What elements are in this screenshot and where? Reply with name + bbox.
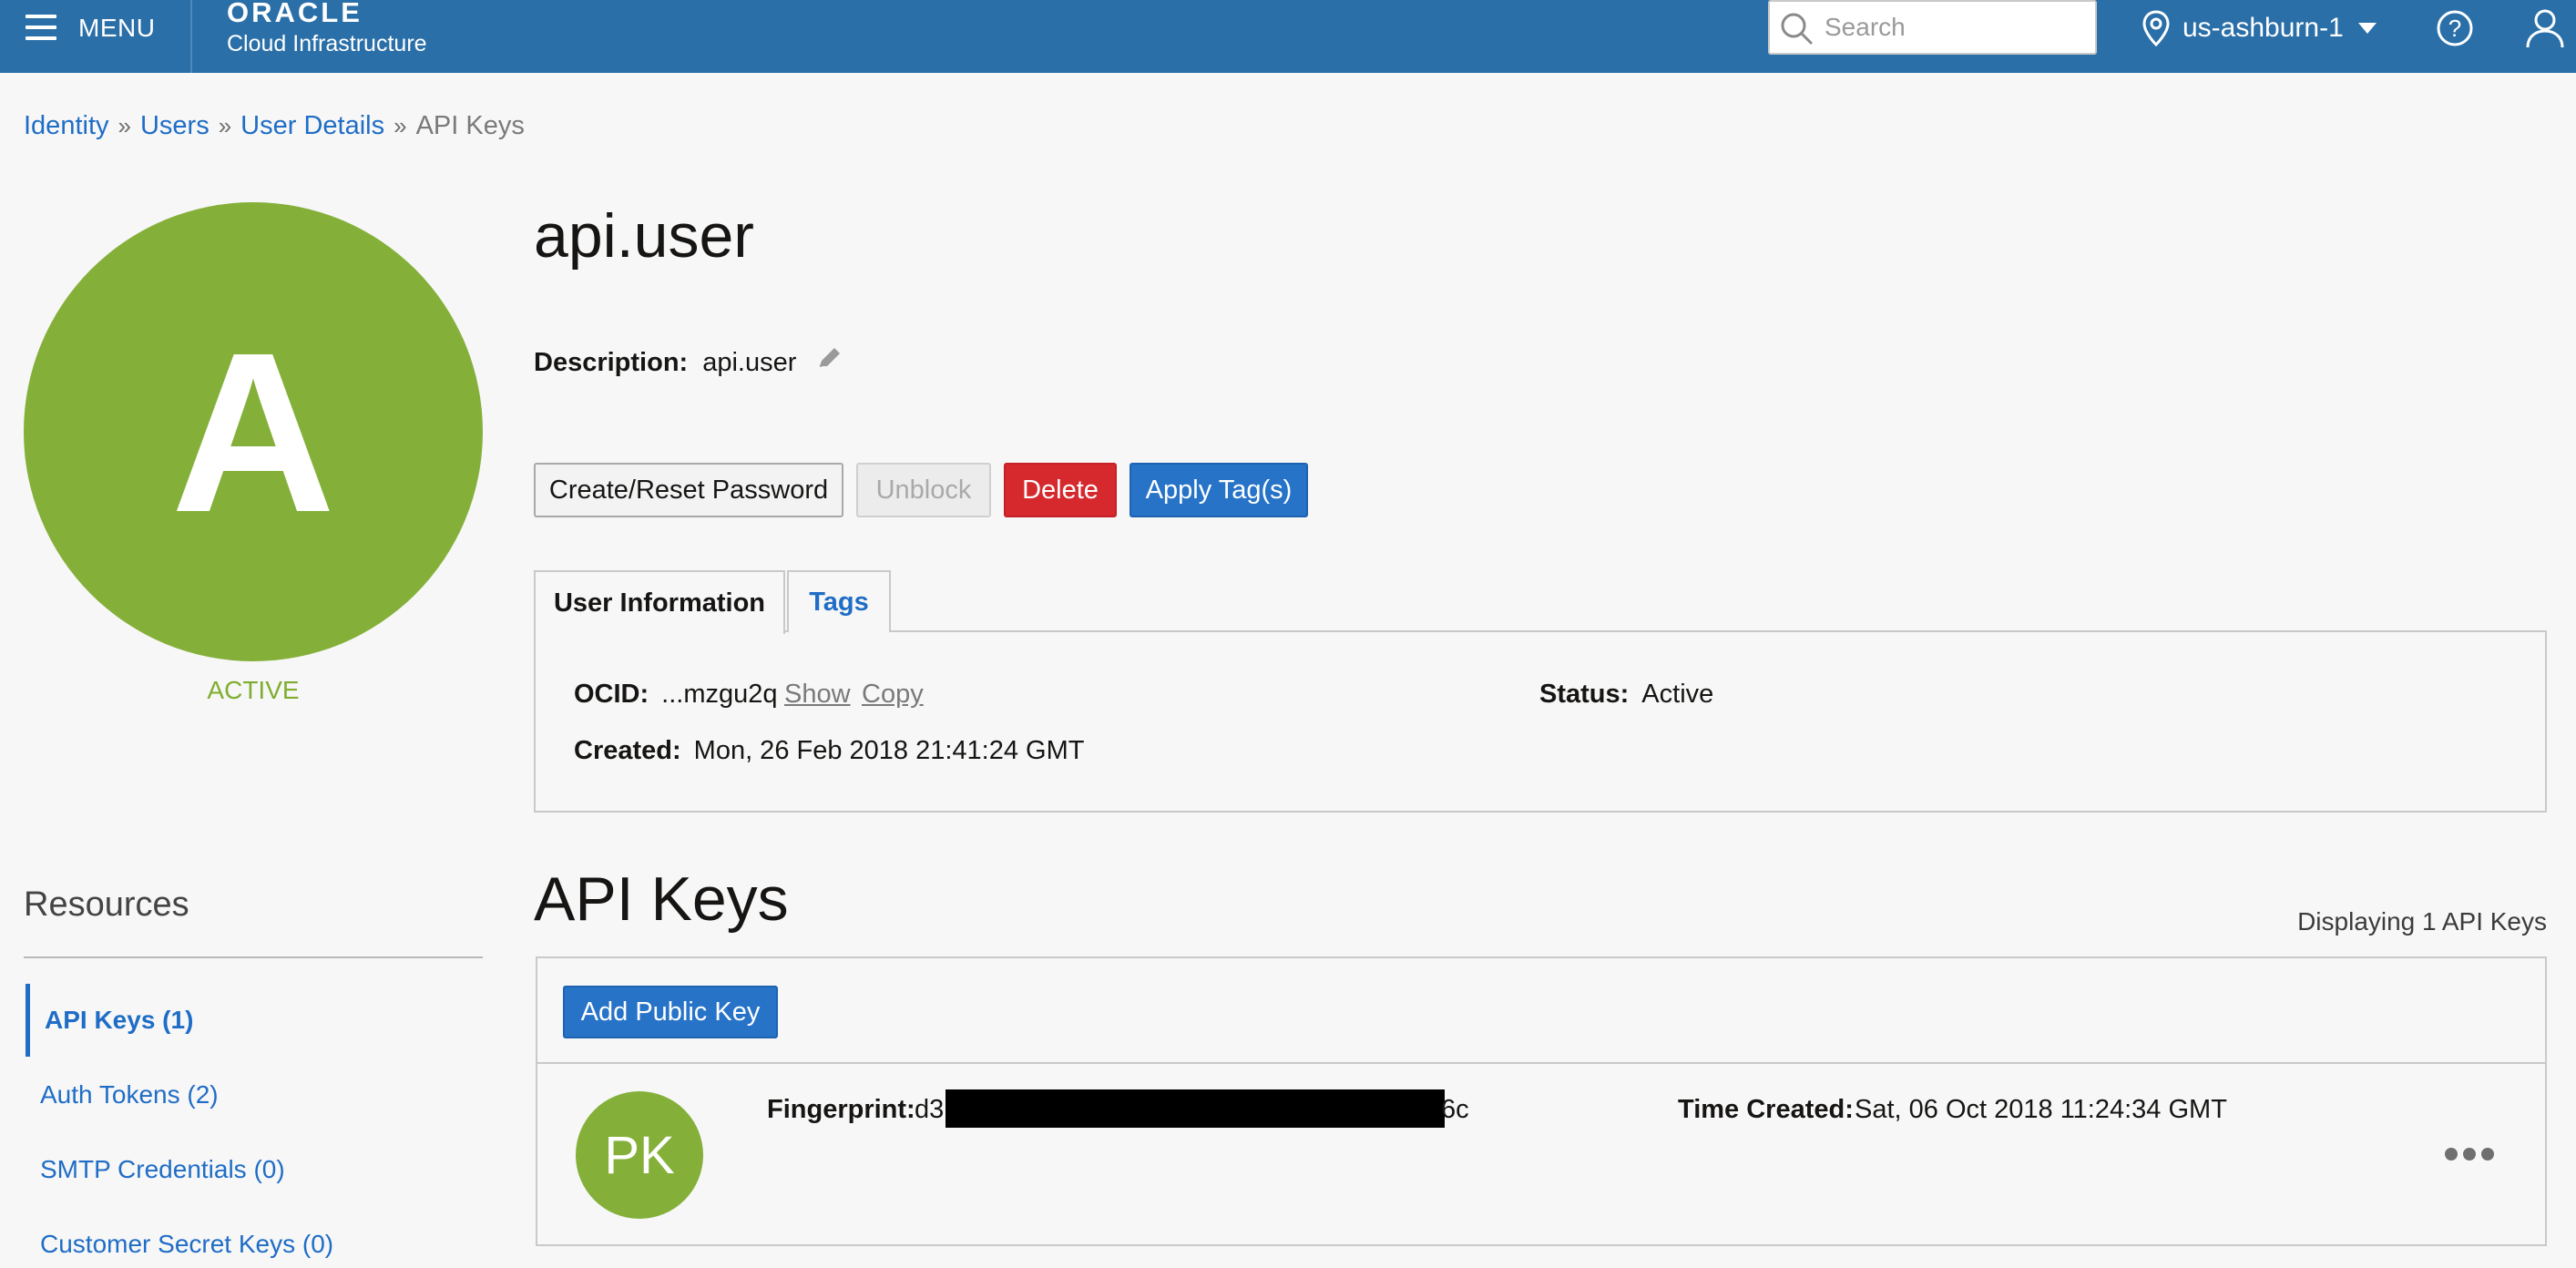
help-icon[interactable]: ? xyxy=(2436,9,2474,47)
svg-text:?: ? xyxy=(2448,15,2461,42)
breadcrumb-users[interactable]: Users xyxy=(140,111,210,140)
brand-name: ORACLE xyxy=(227,0,363,28)
fingerprint-label: Fingerprint: xyxy=(767,1095,915,1124)
tab-tags[interactable]: Tags xyxy=(787,570,891,632)
breadcrumb-user-details[interactable]: User Details xyxy=(240,111,384,140)
time-created-label: Time Created: xyxy=(1678,1095,1854,1124)
time-created-value: Sat, 06 Oct 2018 11:24:34 GMT xyxy=(1855,1095,2227,1124)
created-label: Created: xyxy=(574,736,681,765)
resources-divider xyxy=(24,956,483,958)
api-keys-title: API Keys xyxy=(534,864,789,934)
topbar-divider xyxy=(190,0,192,73)
add-public-key-button[interactable]: Add Public Key xyxy=(563,986,778,1038)
region-label: us-ashburn-1 xyxy=(2182,13,2344,43)
top-navigation-bar: MENU ORACLE Cloud Infrastructure us-ashb… xyxy=(0,0,2576,73)
ocid-label: OCID: xyxy=(574,680,649,709)
fingerprint-value-start: d3 xyxy=(915,1095,945,1124)
user-profile-icon[interactable] xyxy=(2525,7,2565,49)
breadcrumb-separator: » xyxy=(118,112,131,139)
resource-item-customer-secret-keys[interactable]: Customer Secret Keys (0) xyxy=(26,1208,481,1268)
breadcrumb-separator: » xyxy=(218,112,232,139)
caret-down-icon xyxy=(2357,23,2377,34)
description-value: api.user xyxy=(702,348,797,377)
breadcrumb: Identity » Users » User Details » API Keys xyxy=(24,111,525,141)
breadcrumb-identity[interactable]: Identity xyxy=(24,111,109,140)
resource-item-smtp-credentials[interactable]: SMTP Credentials (0) xyxy=(26,1133,481,1206)
ocid-copy-link[interactable]: Copy xyxy=(862,680,924,710)
brand-subtitle: Cloud Infrastructure xyxy=(227,31,427,56)
search-input[interactable] xyxy=(1825,9,2084,46)
location-pin-icon xyxy=(2142,10,2170,46)
api-keys-count: Displaying 1 API Keys xyxy=(2297,907,2547,936)
tab-user-information[interactable]: User Information xyxy=(534,570,785,634)
resource-item-api-keys[interactable]: API Keys (1) xyxy=(26,984,481,1057)
created-field: Created: Mon, 26 Feb 2018 21:41:24 GMT xyxy=(574,736,1084,766)
breadcrumb-separator: » xyxy=(394,112,407,139)
status-label: Status: xyxy=(1539,680,1630,709)
hamburger-icon xyxy=(26,15,56,47)
menu-label: MENU xyxy=(78,14,156,42)
page-title: api.user xyxy=(534,201,754,271)
search-icon xyxy=(1781,13,1813,45)
description-label: Description: xyxy=(534,348,689,377)
api-keys-toolbar-divider xyxy=(537,1062,2545,1064)
ocid-field: OCID: ...mzgu2q xyxy=(574,680,778,710)
fingerprint-value-end: 6c xyxy=(1441,1095,1469,1124)
status-value: Active xyxy=(1641,680,1714,709)
api-key-avatar: PK xyxy=(576,1091,703,1219)
fingerprint-redaction xyxy=(946,1089,1445,1128)
more-actions-icon[interactable] xyxy=(2441,1144,2498,1164)
apply-tags-button[interactable]: Apply Tag(s) xyxy=(1130,463,1308,517)
create-reset-password-button[interactable]: Create/Reset Password xyxy=(534,463,843,517)
unblock-button[interactable]: Unblock xyxy=(856,463,991,517)
status-field: Status: Active xyxy=(1539,680,1713,710)
created-value: Mon, 26 Feb 2018 21:41:24 GMT xyxy=(693,736,1085,765)
ocid-show-link[interactable]: Show xyxy=(784,680,851,710)
user-status-label: ACTIVE xyxy=(207,676,300,704)
menu-button[interactable]: MENU xyxy=(0,0,190,73)
description: Description: api.user xyxy=(534,348,796,378)
pencil-icon[interactable] xyxy=(814,343,845,373)
breadcrumb-current: API Keys xyxy=(415,111,525,140)
search-box[interactable] xyxy=(1768,0,2097,55)
delete-button[interactable]: Delete xyxy=(1004,463,1117,517)
resources-title: Resources xyxy=(24,885,189,924)
resource-item-auth-tokens[interactable]: Auth Tokens (2) xyxy=(26,1058,481,1131)
ocid-value: ...mzgu2q xyxy=(661,680,778,709)
user-avatar: A xyxy=(24,202,483,661)
user-information-panel xyxy=(534,630,2547,813)
region-selector[interactable]: us-ashburn-1 xyxy=(2142,0,2377,56)
